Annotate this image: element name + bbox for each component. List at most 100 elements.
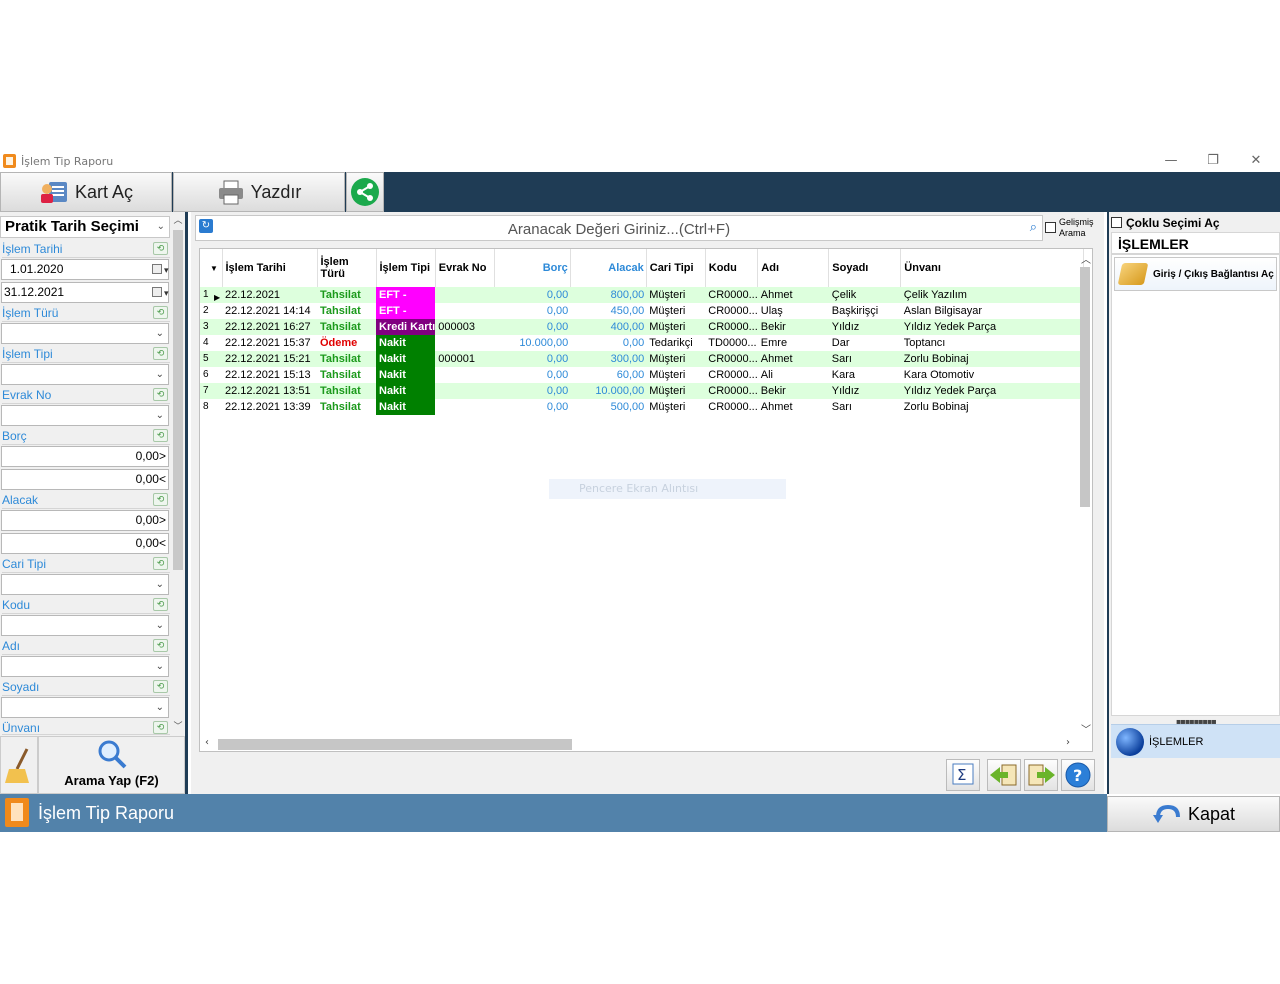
open-io-link-button[interactable]: Giriş / Çıkış Bağlantısı Aç — [1114, 257, 1277, 291]
clear-filter-icon[interactable]: ⟲ — [153, 306, 168, 319]
clear-filter-icon[interactable]: ⟲ — [153, 680, 168, 693]
quick-date-select[interactable]: Pratik Tarih Seçimi ⌄ — [0, 216, 170, 238]
import-button[interactable] — [987, 759, 1021, 791]
cell-islem-tarihi: 22.12.2021 13:51 — [222, 383, 317, 399]
clear-filter-icon[interactable]: ⟲ — [153, 721, 168, 734]
row-number: 4 — [200, 335, 222, 351]
grid-vertical-scrollbar[interactable]: ︿ ﹀ — [1078, 249, 1092, 737]
cell-islem-tarihi: 22.12.2021 13:39 — [222, 399, 317, 415]
results-table: ▼ İşlem Tarihi İşlem Türü İşlem Tipi Evr… — [200, 249, 1085, 415]
col-kodu[interactable]: Kodu — [705, 249, 759, 287]
adi-select[interactable]: ⌄ — [1, 656, 169, 677]
col-soyadi[interactable]: Soyadı — [828, 249, 902, 287]
table-row[interactable]: 6 22.12.2021 15:13 Tahsilat Nakit 0,00 60,00 M… — [200, 367, 1084, 383]
clear-filter-icon[interactable]: ⟲ — [153, 639, 168, 652]
scroll-left-icon[interactable]: ‹ — [205, 737, 209, 748]
cari-tipi-select[interactable]: ⌄ — [1, 574, 169, 595]
col-islem-turu[interactable]: İşlem Türü — [317, 249, 377, 287]
cell-soyadi: Kara — [828, 367, 901, 383]
date-to-field[interactable]: 31.12.2021 — [1, 282, 169, 303]
row-indicator-header[interactable]: ▼ — [200, 249, 223, 287]
calendar-icon[interactable] — [152, 261, 169, 280]
islem-turu-select[interactable]: ⌄ — [1, 323, 169, 344]
scroll-thumb[interactable] — [173, 230, 183, 570]
scroll-down-icon[interactable]: ﹀ — [171, 720, 185, 734]
table-row[interactable]: 4 22.12.2021 15:37 Ödeme Nakit 10.000,00 0,00… — [200, 335, 1084, 351]
share-button[interactable] — [346, 172, 384, 212]
filter-scrollbar[interactable]: ︿ ﹀ — [171, 214, 185, 736]
scroll-up-icon[interactable]: ︿ — [171, 214, 185, 228]
soyadi-select[interactable]: ⌄ — [1, 697, 169, 718]
close-button[interactable]: Kapat — [1107, 796, 1280, 832]
kodu-select[interactable]: ⌄ — [1, 615, 169, 636]
col-unvani[interactable]: Ünvanı — [900, 249, 1085, 287]
advanced-search-checkbox[interactable] — [1045, 222, 1056, 233]
scroll-down-icon[interactable]: ﹀ — [1081, 721, 1091, 736]
operations-group-label: İŞLEMLER — [1149, 736, 1204, 748]
col-islem-tipi[interactable]: İşlem Tipi — [376, 249, 436, 287]
cell-islem-turu: Tahsilat — [317, 383, 376, 399]
clear-filter-icon[interactable]: ⟲ — [153, 388, 168, 401]
scroll-up-icon[interactable]: ︿ — [1081, 251, 1091, 266]
open-card-button[interactable]: Kart Aç — [0, 172, 172, 212]
table-row[interactable]: 2 22.12.2021 14:14 Tahsilat EFT - 0,00 450,00… — [200, 303, 1084, 319]
table-row[interactable]: 5 22.12.2021 15:21 Tahsilat Nakit 000001 0,00… — [200, 351, 1084, 367]
table-row[interactable]: 3 22.12.2021 16:27 Tahsilat Kredi Kartı 0000… — [200, 319, 1084, 335]
cell-islem-tarihi: 22.12.2021 15:13 — [222, 367, 317, 383]
cell-borc: 0,00 — [494, 287, 571, 303]
cell-evrak-no — [435, 303, 495, 319]
cell-alacak: 450,00 — [570, 303, 647, 319]
clear-filter-icon[interactable]: ⟲ — [153, 557, 168, 570]
cell-borc: 0,00 — [494, 303, 571, 319]
cell-kodu: CR0000... — [705, 399, 758, 415]
scroll-thumb[interactable] — [218, 739, 572, 750]
islem-tipi-select[interactable]: ⌄ — [1, 364, 169, 385]
scroll-right-icon[interactable]: › — [1066, 737, 1070, 748]
restore-button[interactable]: ❐ — [1198, 152, 1228, 170]
table-row[interactable]: 8 22.12.2021 13:39 Tahsilat Nakit 0,00 500,00… — [200, 399, 1084, 415]
clear-filter-icon[interactable]: ⟲ — [153, 242, 168, 255]
table-row[interactable]: 7 22.12.2021 13:51 Tahsilat Nakit 0,00 10.000… — [200, 383, 1084, 399]
sigma-icon: Σ — [952, 763, 974, 785]
col-adi[interactable]: Adı — [757, 249, 830, 287]
main-panel: ↻ Aranacak Değeri Giriniz...(Ctrl+F) ⌕ G… — [191, 212, 1104, 794]
operations-title: İŞLEMLER — [1111, 232, 1280, 254]
date-from-field[interactable]: 1.01.2020 — [1, 259, 169, 280]
borc-max-field[interactable]: 0,00< — [1, 469, 169, 490]
col-alacak[interactable]: Alacak — [570, 249, 647, 287]
search-button[interactable]: Arama Yap (F2) — [38, 736, 185, 794]
evrak-no-select[interactable]: ⌄ — [1, 405, 169, 426]
grid-horizontal-scrollbar[interactable]: ‹ › — [200, 737, 1080, 751]
search-input[interactable]: Aranacak Değeri Giriniz...(Ctrl+F) — [196, 221, 1042, 238]
operations-group-tab[interactable]: İŞLEMLER — [1111, 724, 1280, 758]
arrow-left-book-icon — [990, 764, 1017, 786]
filter-label-islem-tipi: İşlem Tipi ⟲ — [2, 345, 170, 363]
calendar-icon[interactable] — [152, 284, 169, 303]
cell-unvani: Toptancı — [900, 335, 1084, 351]
clear-filter-icon[interactable]: ⟲ — [153, 493, 168, 506]
clear-filters-button[interactable] — [0, 736, 38, 794]
col-evrak-no[interactable]: Evrak No — [435, 249, 495, 287]
grid-search-bar[interactable]: ↻ Aranacak Değeri Giriniz...(Ctrl+F) ⌕ — [195, 215, 1043, 241]
advanced-search-toggle[interactable]: Gelişmiş Arama — [1044, 216, 1100, 240]
clear-filter-icon[interactable]: ⟲ — [153, 429, 168, 442]
search-icon[interactable]: ⌕ — [1030, 220, 1037, 235]
clear-filter-icon[interactable]: ⟲ — [153, 598, 168, 611]
scroll-thumb[interactable] — [1080, 267, 1090, 507]
export-button[interactable] — [1024, 759, 1058, 791]
help-button[interactable]: ? — [1061, 759, 1095, 791]
col-islem-tarihi[interactable]: İşlem Tarihi — [222, 249, 318, 287]
print-button[interactable]: Yazdır — [173, 172, 345, 212]
col-cari-tipi[interactable]: Cari Tipi — [646, 249, 706, 287]
multi-select-checkbox[interactable] — [1111, 217, 1122, 228]
minimize-button[interactable]: — — [1156, 152, 1186, 170]
clear-filter-icon[interactable]: ⟲ — [153, 347, 168, 360]
alacak-min-field[interactable]: 0,00> — [1, 510, 169, 531]
close-window-button[interactable]: ✕ — [1241, 152, 1271, 170]
sum-button[interactable]: Σ — [946, 759, 980, 791]
multi-select-toggle[interactable]: Çoklu Seçimi Aç — [1111, 216, 1220, 230]
alacak-max-field[interactable]: 0,00< — [1, 533, 169, 554]
col-borc[interactable]: Borç — [494, 249, 571, 287]
table-row[interactable]: 1 22.12.2021 Tahsilat EFT -0,00 800,00 Müşter… — [200, 287, 1084, 303]
borc-min-field[interactable]: 0,00> — [1, 446, 169, 467]
